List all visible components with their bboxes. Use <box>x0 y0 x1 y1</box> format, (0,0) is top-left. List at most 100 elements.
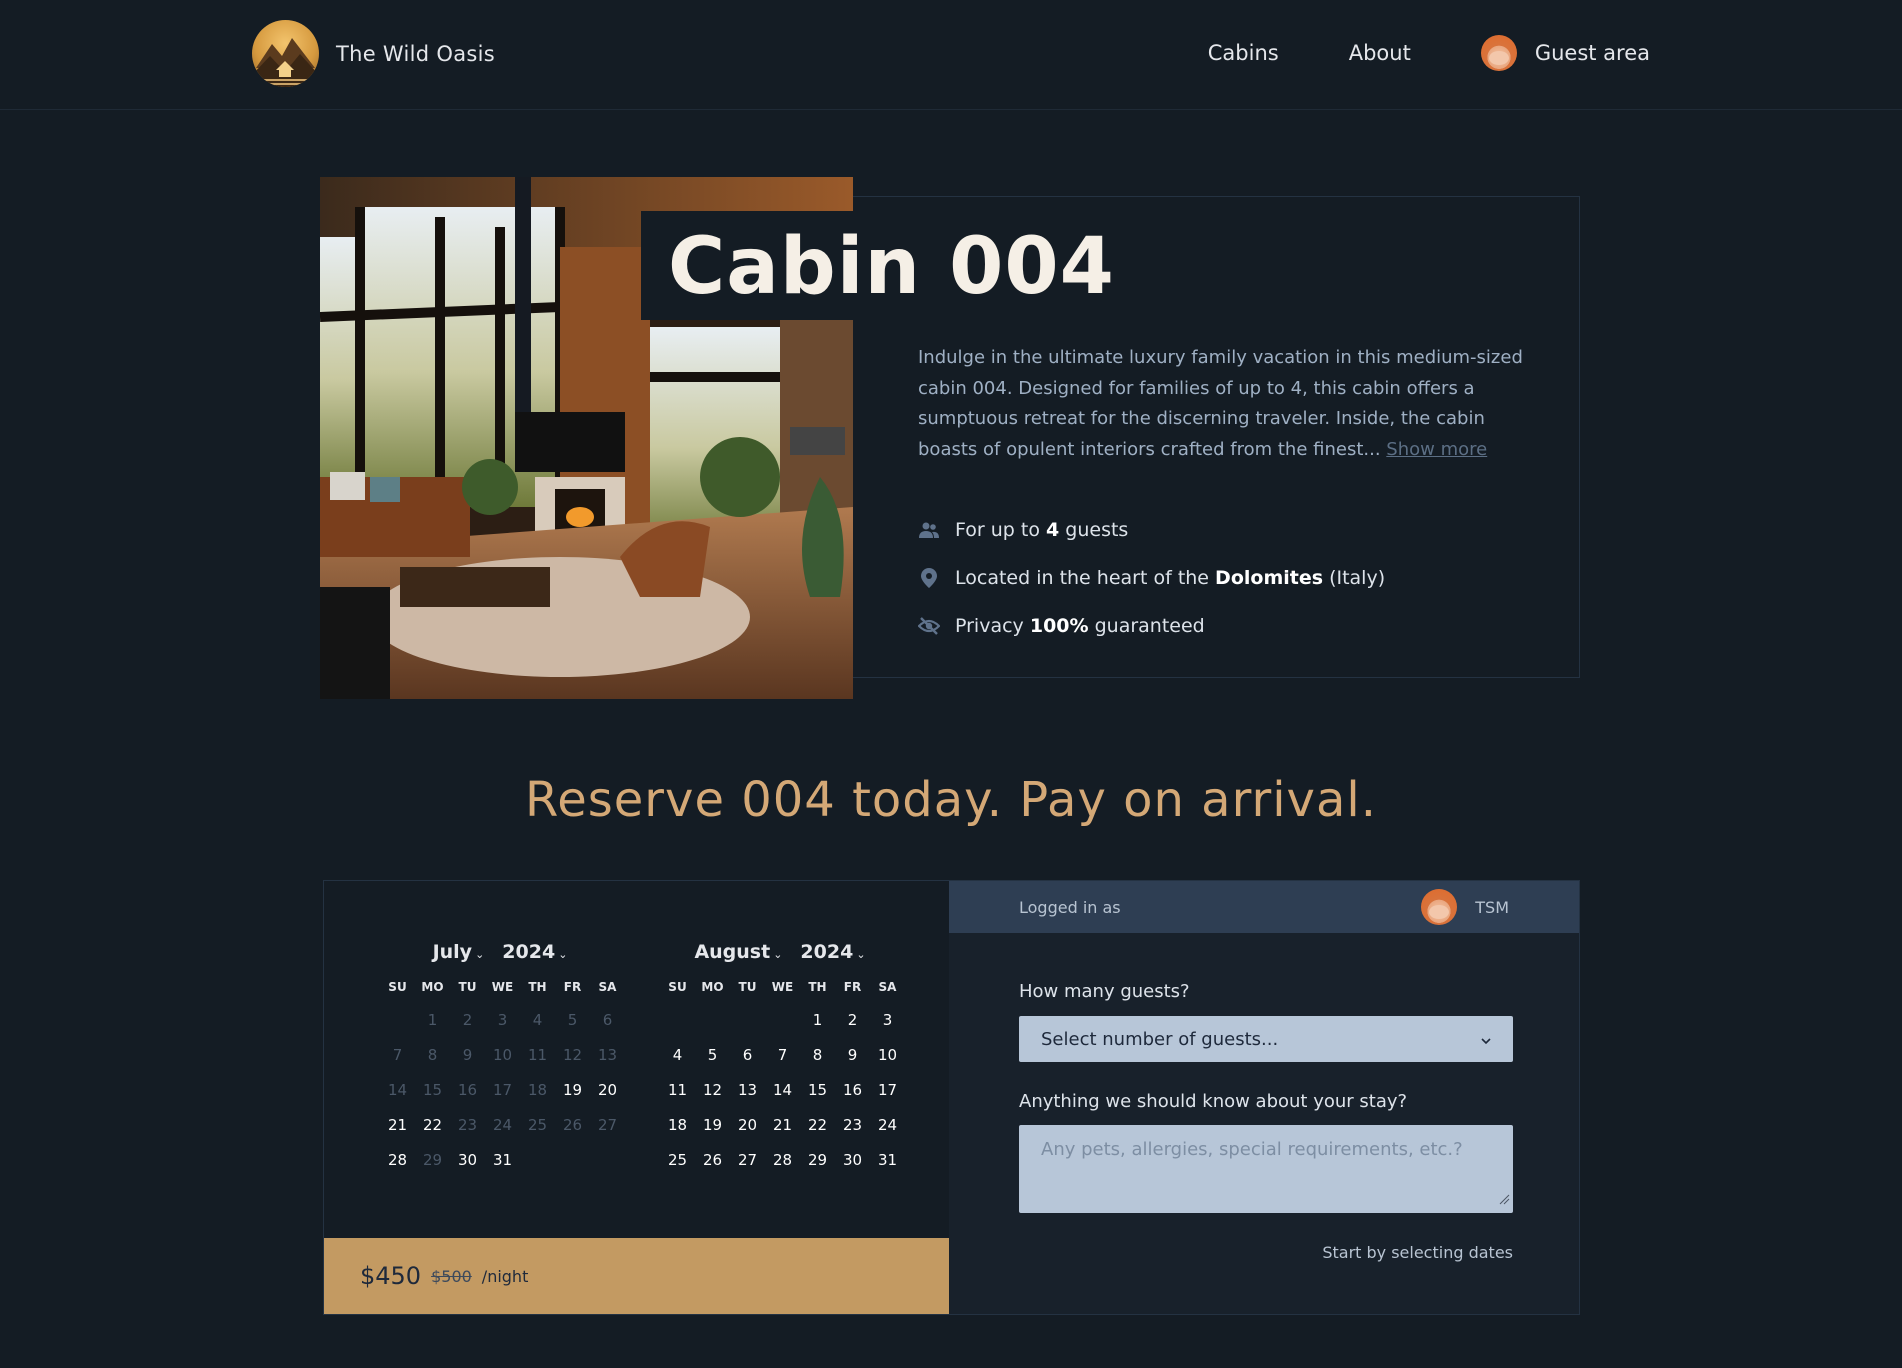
calendar-day[interactable]: 31 <box>870 1151 905 1169</box>
year-select[interactable]: 2024 ⌄ <box>502 941 567 963</box>
feature-location: Located in the heart of the Dolomites (I… <box>918 554 1385 602</box>
resize-handle-icon[interactable] <box>1498 1189 1510 1210</box>
calendar-day[interactable]: 30 <box>450 1151 485 1169</box>
month-label: August <box>694 941 771 963</box>
weekday-label: FR <box>563 980 582 994</box>
day-grid: 1 2 3 4 5 6 7 8 9 10 11 12 13 14 15 16 17 18 19 20 21 22 23 24 2… <box>660 1002 900 1177</box>
calendar-day[interactable]: 10 <box>870 1046 905 1064</box>
calendar-day[interactable]: 9 <box>835 1046 870 1064</box>
calendar-day[interactable]: 14 <box>765 1081 800 1099</box>
weekday-label: FR <box>843 980 862 994</box>
calendar-day[interactable]: 22 <box>800 1116 835 1134</box>
cabin-features-list: For up to 4 guests Located in the heart … <box>918 506 1385 650</box>
guests-select[interactable]: Select number of guests... <box>1019 1016 1513 1062</box>
calendar-day[interactable]: 13 <box>730 1081 765 1099</box>
month-select[interactable]: July ⌄ <box>433 941 485 963</box>
notes-label: Anything we should know about your stay? <box>1019 1091 1408 1112</box>
day-grid: 1 2 3 4 5 6 7 8 9 10 11 12 13 14 15 16 17 18 19 20 21 22 23 24 2… <box>380 1002 620 1177</box>
calendar-day[interactable]: 30 <box>835 1151 870 1169</box>
start-hint: Start by selecting dates <box>1322 1243 1513 1262</box>
calendar-day[interactable]: 5 <box>695 1046 730 1064</box>
nav-about[interactable]: About <box>1349 41 1411 65</box>
calendar-day[interactable]: 1 <box>800 1011 835 1029</box>
calendar-day: 27 <box>597 1115 618 1134</box>
calendar-day: 10 <box>492 1045 513 1064</box>
chevron-down-icon: ⌄ <box>475 948 485 961</box>
chevron-down-icon <box>1481 1029 1491 1050</box>
chevron-down-icon: ⌄ <box>558 948 568 961</box>
cabin-title: Cabin 004 <box>668 222 1115 312</box>
user-avatar <box>1480 35 1517 71</box>
feature-privacy: Privacy 100% guaranteed <box>918 602 1385 650</box>
calendar-day[interactable]: 19 <box>695 1116 730 1134</box>
calendar-day: 3 <box>497 1010 508 1029</box>
weekday-label: WE <box>771 980 794 994</box>
calendar-day[interactable]: 26 <box>695 1151 730 1169</box>
calendar-day[interactable]: 19 <box>555 1081 590 1099</box>
nav-guest-area-label: Guest area <box>1534 41 1650 65</box>
calendar-day[interactable]: 15 <box>800 1081 835 1099</box>
calendar-day[interactable]: 29 <box>800 1151 835 1169</box>
user-name: TSM <box>1475 897 1509 917</box>
calendar-day[interactable]: 8 <box>800 1046 835 1064</box>
weekday-label: MO <box>421 980 444 994</box>
calendar-day[interactable]: 12 <box>695 1081 730 1099</box>
weekday-label: SA <box>878 980 897 994</box>
calendar-day: 5 <box>567 1010 578 1029</box>
calendar-day[interactable]: 17 <box>870 1081 905 1099</box>
feature-privacy-value: 100% <box>1029 615 1089 637</box>
calendar-day[interactable]: 23 <box>835 1116 870 1134</box>
calendar-day: 7 <box>392 1045 403 1064</box>
calendar-day: 9 <box>462 1045 473 1064</box>
nav-guest-area[interactable]: Guest area <box>1480 35 1650 71</box>
weekday-row: SU MO TU WE TH FR SA <box>380 972 620 1002</box>
calendar-day[interactable]: 24 <box>870 1116 905 1134</box>
feature-location-value: Dolomites <box>1215 567 1324 589</box>
price-original: $500 <box>431 1266 472 1286</box>
weekday-label: SU <box>668 980 687 994</box>
calendar-day[interactable]: 21 <box>380 1116 415 1134</box>
calendar-day[interactable]: 6 <box>730 1046 765 1064</box>
feature-location-suffix: (Italy) <box>1329 567 1386 589</box>
month-select[interactable]: August ⌄ <box>694 941 782 963</box>
logo-link[interactable]: The Wild Oasis <box>252 20 495 87</box>
calendar-day[interactable]: 2 <box>835 1011 870 1029</box>
price-unit: /night <box>481 1266 529 1286</box>
show-more-button[interactable]: Show more <box>1386 439 1487 460</box>
calendar-day[interactable]: 28 <box>380 1151 415 1169</box>
cabin-description: Indulge in the ultimate luxury family va… <box>918 343 1538 465</box>
calendar-day[interactable]: 25 <box>660 1151 695 1169</box>
logged-in-label: Logged in as <box>1019 897 1121 917</box>
year-select[interactable]: 2024 ⌄ <box>800 941 865 963</box>
calendar-day: 8 <box>427 1045 438 1064</box>
weekday-row: SU MO TU WE TH FR SA <box>660 972 900 1002</box>
calendar-day[interactable]: 20 <box>730 1116 765 1134</box>
calendar-day[interactable]: 31 <box>485 1151 520 1169</box>
users-icon <box>918 519 940 541</box>
calendar-day[interactable]: 11 <box>660 1081 695 1099</box>
logged-in-bar: Logged in as TSM <box>949 881 1579 933</box>
calendar-day[interactable]: 3 <box>870 1011 905 1029</box>
month-header: July ⌄ 2024 ⌄ <box>380 936 620 968</box>
calendar-day[interactable]: 20 <box>590 1081 625 1099</box>
calendar-day[interactable]: 27 <box>730 1151 765 1169</box>
guests-select-value: Select number of guests... <box>1041 1028 1279 1050</box>
calendar-day[interactable]: 22 <box>415 1116 450 1134</box>
price-current: $450 <box>360 1262 422 1290</box>
reserve-heading: Reserve 004 today. Pay on arrival. <box>525 772 1377 828</box>
feature-guests: For up to 4 guests <box>918 506 1385 554</box>
month-header: August ⌄ 2024 ⌄ <box>660 936 900 968</box>
calendar-day: 11 <box>527 1045 548 1064</box>
calendar-day[interactable]: 4 <box>660 1046 695 1064</box>
notes-textarea[interactable]: Any pets, allergies, special requirement… <box>1019 1125 1513 1213</box>
calendar-day: 29 <box>422 1150 443 1169</box>
year-label: 2024 <box>800 941 854 963</box>
calendar-day[interactable]: 28 <box>765 1151 800 1169</box>
eye-slash-icon <box>918 615 940 637</box>
calendar-day[interactable]: 7 <box>765 1046 800 1064</box>
calendar-day[interactable]: 21 <box>765 1116 800 1134</box>
site-header: The Wild Oasis Cabins About Guest area <box>0 0 1902 110</box>
nav-cabins[interactable]: Cabins <box>1208 41 1279 65</box>
calendar-day[interactable]: 18 <box>660 1116 695 1134</box>
calendar-day[interactable]: 16 <box>835 1081 870 1099</box>
